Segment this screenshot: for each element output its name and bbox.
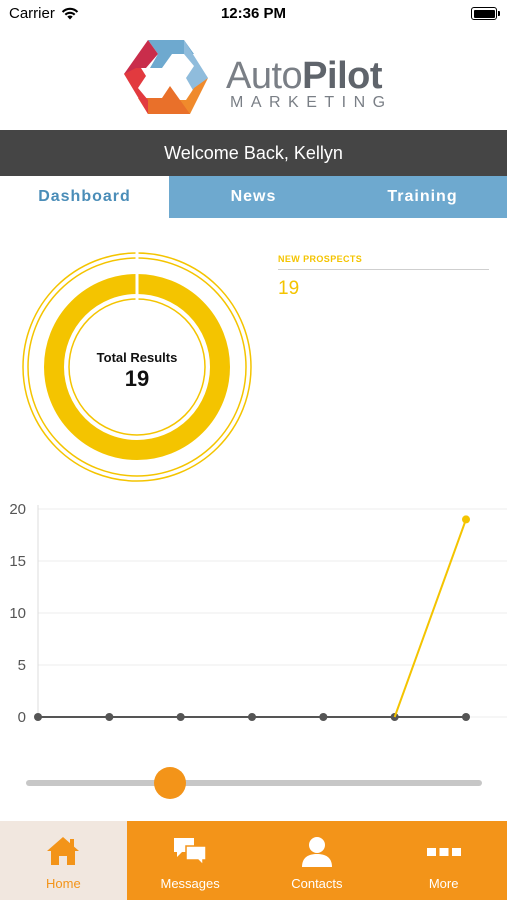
y-tick-label: 10	[9, 605, 26, 622]
data-point-baseline	[319, 713, 328, 721]
tab-training[interactable]: Training	[338, 176, 507, 218]
total-results-value: 19	[124, 366, 150, 391]
contacts-icon	[301, 837, 332, 867]
status-time: 12:36 PM	[220, 5, 287, 22]
tabbar-contacts[interactable]: Contacts	[254, 821, 381, 900]
welcome-banner: Welcome Back, Kellyn	[0, 130, 507, 176]
data-point-baseline	[248, 713, 256, 721]
y-tick-label: 5	[18, 657, 26, 674]
brand-header: AutoPilot MARKETING	[0, 28, 507, 130]
status-bar: Carrier 12:36 PM	[0, 0, 507, 28]
data-point-baseline	[34, 713, 42, 721]
home-icon	[47, 837, 80, 865]
messages-icon	[174, 838, 207, 867]
new-prospects-divider	[278, 269, 489, 270]
y-tick-label: 0	[18, 709, 26, 726]
brand-name: AutoPilot	[226, 56, 382, 96]
date-range-slider[interactable]	[26, 767, 482, 799]
new-prospects-value: 19	[278, 278, 300, 299]
tabbar-contacts-label: Contacts	[291, 876, 343, 891]
section-tabs: Dashboard News Training	[0, 176, 507, 218]
y-tick-label: 15	[9, 553, 26, 570]
battery-icon	[471, 7, 500, 20]
tab-news[interactable]: News	[169, 176, 338, 218]
tab-dashboard[interactable]: Dashboard	[0, 176, 169, 218]
bottom-tab-bar: Home Messages Contacts More	[0, 821, 507, 900]
series-line-results	[393, 519, 467, 718]
slider-track[interactable]	[26, 780, 482, 786]
brand-tagline: MARKETING	[230, 94, 393, 111]
brand-name-light: Auto	[226, 55, 303, 97]
autopilot-logo-icon	[124, 40, 208, 114]
data-point-baseline	[105, 713, 114, 721]
slider-thumb[interactable]	[153, 767, 186, 799]
donut-gap-top	[135, 250, 139, 310]
tabbar-more-label: More	[428, 876, 459, 891]
tabbar-home[interactable]: Home	[0, 821, 127, 900]
more-icon	[426, 848, 461, 856]
y-tick-label: 20	[9, 501, 26, 518]
data-point-baseline	[176, 713, 185, 721]
new-prospects-label: NEW PROSPECTS	[278, 254, 363, 264]
tabbar-home-label: Home	[46, 876, 81, 891]
results-line-chart: 0 5 10 15 20	[9, 501, 507, 726]
brand-name-bold: Pilot	[302, 55, 382, 97]
data-point-baseline	[462, 713, 470, 721]
tabbar-more[interactable]: More	[380, 821, 507, 900]
data-point-results	[462, 515, 470, 524]
total-results-label: Total Results	[96, 350, 178, 365]
tabbar-messages-label: Messages	[160, 876, 220, 891]
tabbar-messages[interactable]: Messages	[127, 821, 254, 900]
